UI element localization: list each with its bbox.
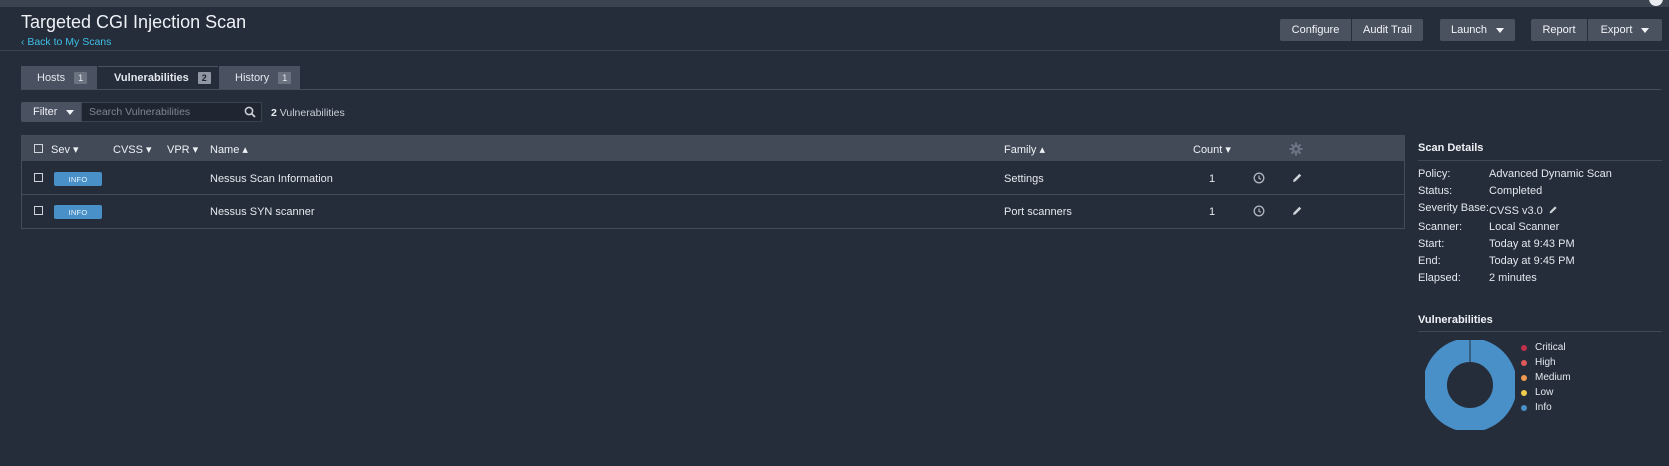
caret-down-icon — [1496, 27, 1505, 33]
elapsed-value: 2 minutes — [1489, 272, 1537, 284]
result-count-number: 2 — [271, 107, 277, 119]
edit-icon[interactable] — [1290, 204, 1304, 218]
legend-label-critical: Critical — [1535, 342, 1566, 353]
count-cell: 1 — [1209, 206, 1216, 218]
back-to-my-scans-link[interactable]: ‹ Back to My Scans — [21, 36, 111, 48]
scanner-value: Local Scanner — [1489, 221, 1560, 233]
legend-label-low: Low — [1535, 387, 1554, 398]
launch-label: Launch — [1450, 24, 1488, 36]
export-label: Export — [1600, 24, 1633, 36]
report-button[interactable]: Report — [1531, 19, 1587, 41]
report-label: Report — [1542, 24, 1576, 36]
scan-details-divider — [1418, 160, 1662, 161]
tab-vulnerabilities-label: Vulnerabilities — [114, 72, 189, 84]
tab-history-count: 1 — [278, 71, 292, 84]
legend-item-critical: Critical — [1521, 342, 1566, 353]
audit-trail-label: Audit Trail — [1363, 24, 1412, 36]
top-strip — [0, 0, 1669, 7]
legend-label-info: Info — [1535, 402, 1552, 413]
tab-vulnerabilities[interactable]: Vulnerabilities 2 — [98, 66, 218, 89]
chevron-left-icon: ‹ — [21, 37, 25, 48]
result-count-suffix: Vulnerabilities — [279, 107, 345, 119]
legend-dot-high — [1521, 360, 1527, 366]
status-value: Completed — [1489, 185, 1543, 197]
end-value: Today at 9:45 PM — [1489, 255, 1575, 267]
legend-item-info: Info — [1521, 402, 1552, 413]
legend-label-high: High — [1535, 357, 1556, 368]
select-all-checkbox[interactable] — [34, 144, 43, 153]
legend-label-medium: Medium — [1535, 372, 1571, 383]
row-checkbox[interactable] — [34, 173, 43, 182]
caret-down-icon — [1641, 27, 1650, 33]
name-cell: Nessus Scan Information — [210, 173, 333, 185]
table-row[interactable]: INFO Nessus SYN scanner Port scanners 1 — [22, 195, 1404, 228]
launch-button[interactable]: Launch — [1440, 19, 1515, 41]
column-vpr[interactable]: VPR ▾ — [167, 143, 198, 156]
policy-value: Advanced Dynamic Scan — [1489, 168, 1612, 180]
table-row[interactable]: INFO Nessus Scan Information Settings 1 — [22, 162, 1404, 195]
legend-dot-info — [1521, 405, 1527, 411]
edit-icon[interactable] — [1547, 204, 1559, 216]
legend-item-high: High — [1521, 357, 1556, 368]
name-cell: Nessus SYN scanner — [210, 206, 315, 218]
scan-details-title: Scan Details — [1418, 142, 1484, 154]
search-input[interactable] — [81, 102, 262, 122]
end-label: End: — [1418, 255, 1441, 267]
export-button[interactable]: Export — [1588, 19, 1662, 41]
column-name[interactable]: Name ▴ — [210, 143, 248, 156]
legend-dot-low — [1521, 390, 1527, 396]
scanner-label: Scanner: — [1418, 221, 1463, 233]
start-value: Today at 9:43 PM — [1489, 238, 1575, 250]
tab-hosts-label: Hosts — [37, 71, 66, 84]
filter-label: Filter — [33, 106, 58, 118]
gear-icon[interactable] — [1289, 142, 1303, 156]
edit-icon[interactable] — [1290, 171, 1304, 185]
tab-hosts[interactable]: Hosts 1 — [21, 66, 97, 89]
filter-button[interactable]: Filter — [21, 102, 81, 122]
column-cvss[interactable]: CVSS ▾ — [113, 143, 152, 156]
tab-history-label: History — [235, 71, 270, 84]
tab-hosts-count: 1 — [74, 71, 88, 84]
header-divider — [0, 50, 1669, 51]
vulnerabilities-chart-title: Vulnerabilities — [1418, 314, 1493, 326]
configure-label: Configure — [1291, 24, 1340, 36]
legend-dot-critical — [1521, 345, 1527, 351]
family-cell: Port scanners — [1004, 206, 1072, 218]
severity-base-value: CVSS v3.0 — [1489, 205, 1543, 217]
start-label: Start: — [1418, 238, 1445, 250]
back-link-label: Back to My Scans — [27, 36, 112, 48]
legend-item-medium: Medium — [1521, 372, 1571, 383]
tab-vulnerabilities-count: 2 — [197, 72, 211, 84]
policy-label: Policy: — [1418, 168, 1451, 180]
tabs-divider — [21, 89, 1661, 90]
caret-down-icon — [66, 109, 75, 115]
search-icon[interactable] — [244, 106, 256, 118]
column-sev[interactable]: Sev ▾ — [51, 143, 79, 156]
severity-badge: INFO — [54, 172, 102, 186]
audit-trail-button[interactable]: Audit Trail — [1352, 19, 1423, 41]
severity-base-label: Severity Base: — [1418, 202, 1489, 214]
vulnerabilities-table: Sev ▾ CVSS ▾ VPR ▾ Name ▴ Family ▴ Count… — [21, 135, 1405, 229]
family-cell: Settings — [1004, 173, 1044, 185]
page-title: Targeted CGI Injection Scan — [21, 12, 247, 32]
column-family[interactable]: Family ▴ — [1004, 143, 1045, 156]
configure-button[interactable]: Configure — [1280, 19, 1351, 41]
vulnerabilities-donut-chart — [1425, 340, 1515, 430]
legend-item-low: Low — [1521, 387, 1554, 398]
count-cell: 1 — [1209, 173, 1216, 185]
elapsed-label: Elapsed: — [1418, 272, 1461, 284]
table-header: Sev ▾ CVSS ▾ VPR ▾ Name ▴ Family ▴ Count… — [22, 136, 1404, 161]
tab-history[interactable]: History 1 — [219, 66, 300, 89]
snooze-icon[interactable] — [1252, 171, 1266, 185]
legend-dot-medium — [1521, 375, 1527, 381]
column-count[interactable]: Count ▾ — [1193, 143, 1231, 156]
result-count: 2 Vulnerabilities — [271, 107, 345, 119]
severity-badge: INFO — [54, 205, 102, 219]
snooze-icon[interactable] — [1252, 204, 1266, 218]
status-label: Status: — [1418, 185, 1453, 197]
vulnerabilities-chart-divider — [1418, 331, 1662, 332]
user-avatar[interactable] — [1649, 0, 1663, 6]
row-checkbox[interactable] — [34, 206, 43, 215]
